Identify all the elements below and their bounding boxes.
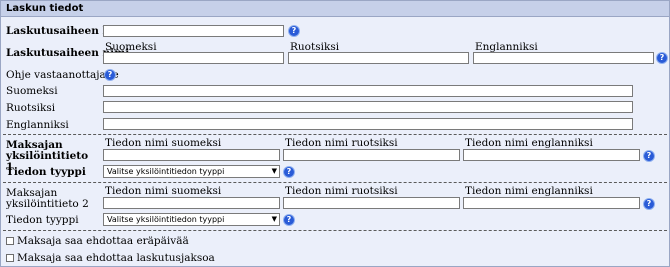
guide-english-input[interactable] <box>103 118 633 130</box>
identifier2-swedish-input[interactable] <box>283 197 460 209</box>
name-swedish-input[interactable] <box>288 52 469 64</box>
guide-swedish-input[interactable] <box>103 101 633 113</box>
section-divider <box>3 230 667 231</box>
identifier2-type-label: Tiedon tyyppi <box>6 214 79 226</box>
due-date-label: Maksaja saa ehdottaa eräpäivää <box>17 235 189 247</box>
name-finnish-input[interactable] <box>103 52 284 64</box>
identifier2-label: Maksajan yksilöintitieto 2 <box>6 187 89 210</box>
name-english-input[interactable] <box>473 52 654 64</box>
help-icon[interactable]: ? <box>284 167 294 177</box>
code-input[interactable] <box>103 25 284 37</box>
identifier2-finnish-input[interactable] <box>103 197 280 209</box>
identifier1-type-label: Tiedon tyyppi <box>6 166 86 178</box>
help-icon[interactable]: ? <box>289 26 299 36</box>
identifier2-col-finnish: Tiedon nimi suomeksi <box>105 185 222 197</box>
help-icon[interactable]: ? <box>105 70 115 80</box>
help-icon[interactable]: ? <box>657 53 667 63</box>
section-divider <box>3 182 667 183</box>
identifier2-col-english: Tiedon nimi englanniksi <box>465 185 593 197</box>
identifier2-col-swedish: Tiedon nimi ruotsiksi <box>285 185 398 197</box>
billing-period-checkbox[interactable] <box>6 254 14 262</box>
panel-title: Laskun tiedot <box>1 1 669 17</box>
due-date-checkbox[interactable] <box>6 237 14 245</box>
guide-swedish-label: Ruotsiksi <box>6 102 56 114</box>
identifier2-type-select[interactable]: Valitse yksilöintitiedon tyyppi ▼ <box>103 213 280 226</box>
identifier1-col-finnish: Tiedon nimi suomeksi <box>105 137 222 149</box>
identifier1-finnish-input[interactable] <box>103 149 280 161</box>
chevron-down-icon: ▼ <box>271 215 277 223</box>
identifier1-type-select[interactable]: Valitse yksilöintitiedon tyyppi ▼ <box>103 165 280 178</box>
help-icon[interactable]: ? <box>644 151 654 161</box>
identifier1-swedish-input[interactable] <box>283 149 460 161</box>
identifier2-english-input[interactable] <box>463 197 640 209</box>
billing-period-label: Maksaja saa ehdottaa laskutusjaksoa <box>17 252 215 264</box>
identifier1-english-input[interactable] <box>463 149 640 161</box>
guide-finnish-input[interactable] <box>103 85 633 97</box>
section-divider <box>3 134 667 135</box>
identifier2-type-value: Valitse yksilöintitiedon tyyppi <box>107 215 225 224</box>
identifier1-type-value: Valitse yksilöintitiedon tyyppi <box>107 167 225 176</box>
identifier1-col-english: Tiedon nimi englanniksi <box>465 137 593 149</box>
guide-english-label: Englanniksi <box>6 119 69 131</box>
invoice-details-panel: Laskun tiedot Laskutusaiheen koodi ? Las… <box>0 0 670 267</box>
help-icon[interactable]: ? <box>284 215 294 225</box>
guide-finnish-label: Suomeksi <box>6 85 58 97</box>
guide-label: Ohje vastaanottajalle <box>6 69 119 81</box>
identifier1-col-swedish: Tiedon nimi ruotsiksi <box>285 137 398 149</box>
chevron-down-icon: ▼ <box>271 167 277 175</box>
help-icon[interactable]: ? <box>644 199 654 209</box>
